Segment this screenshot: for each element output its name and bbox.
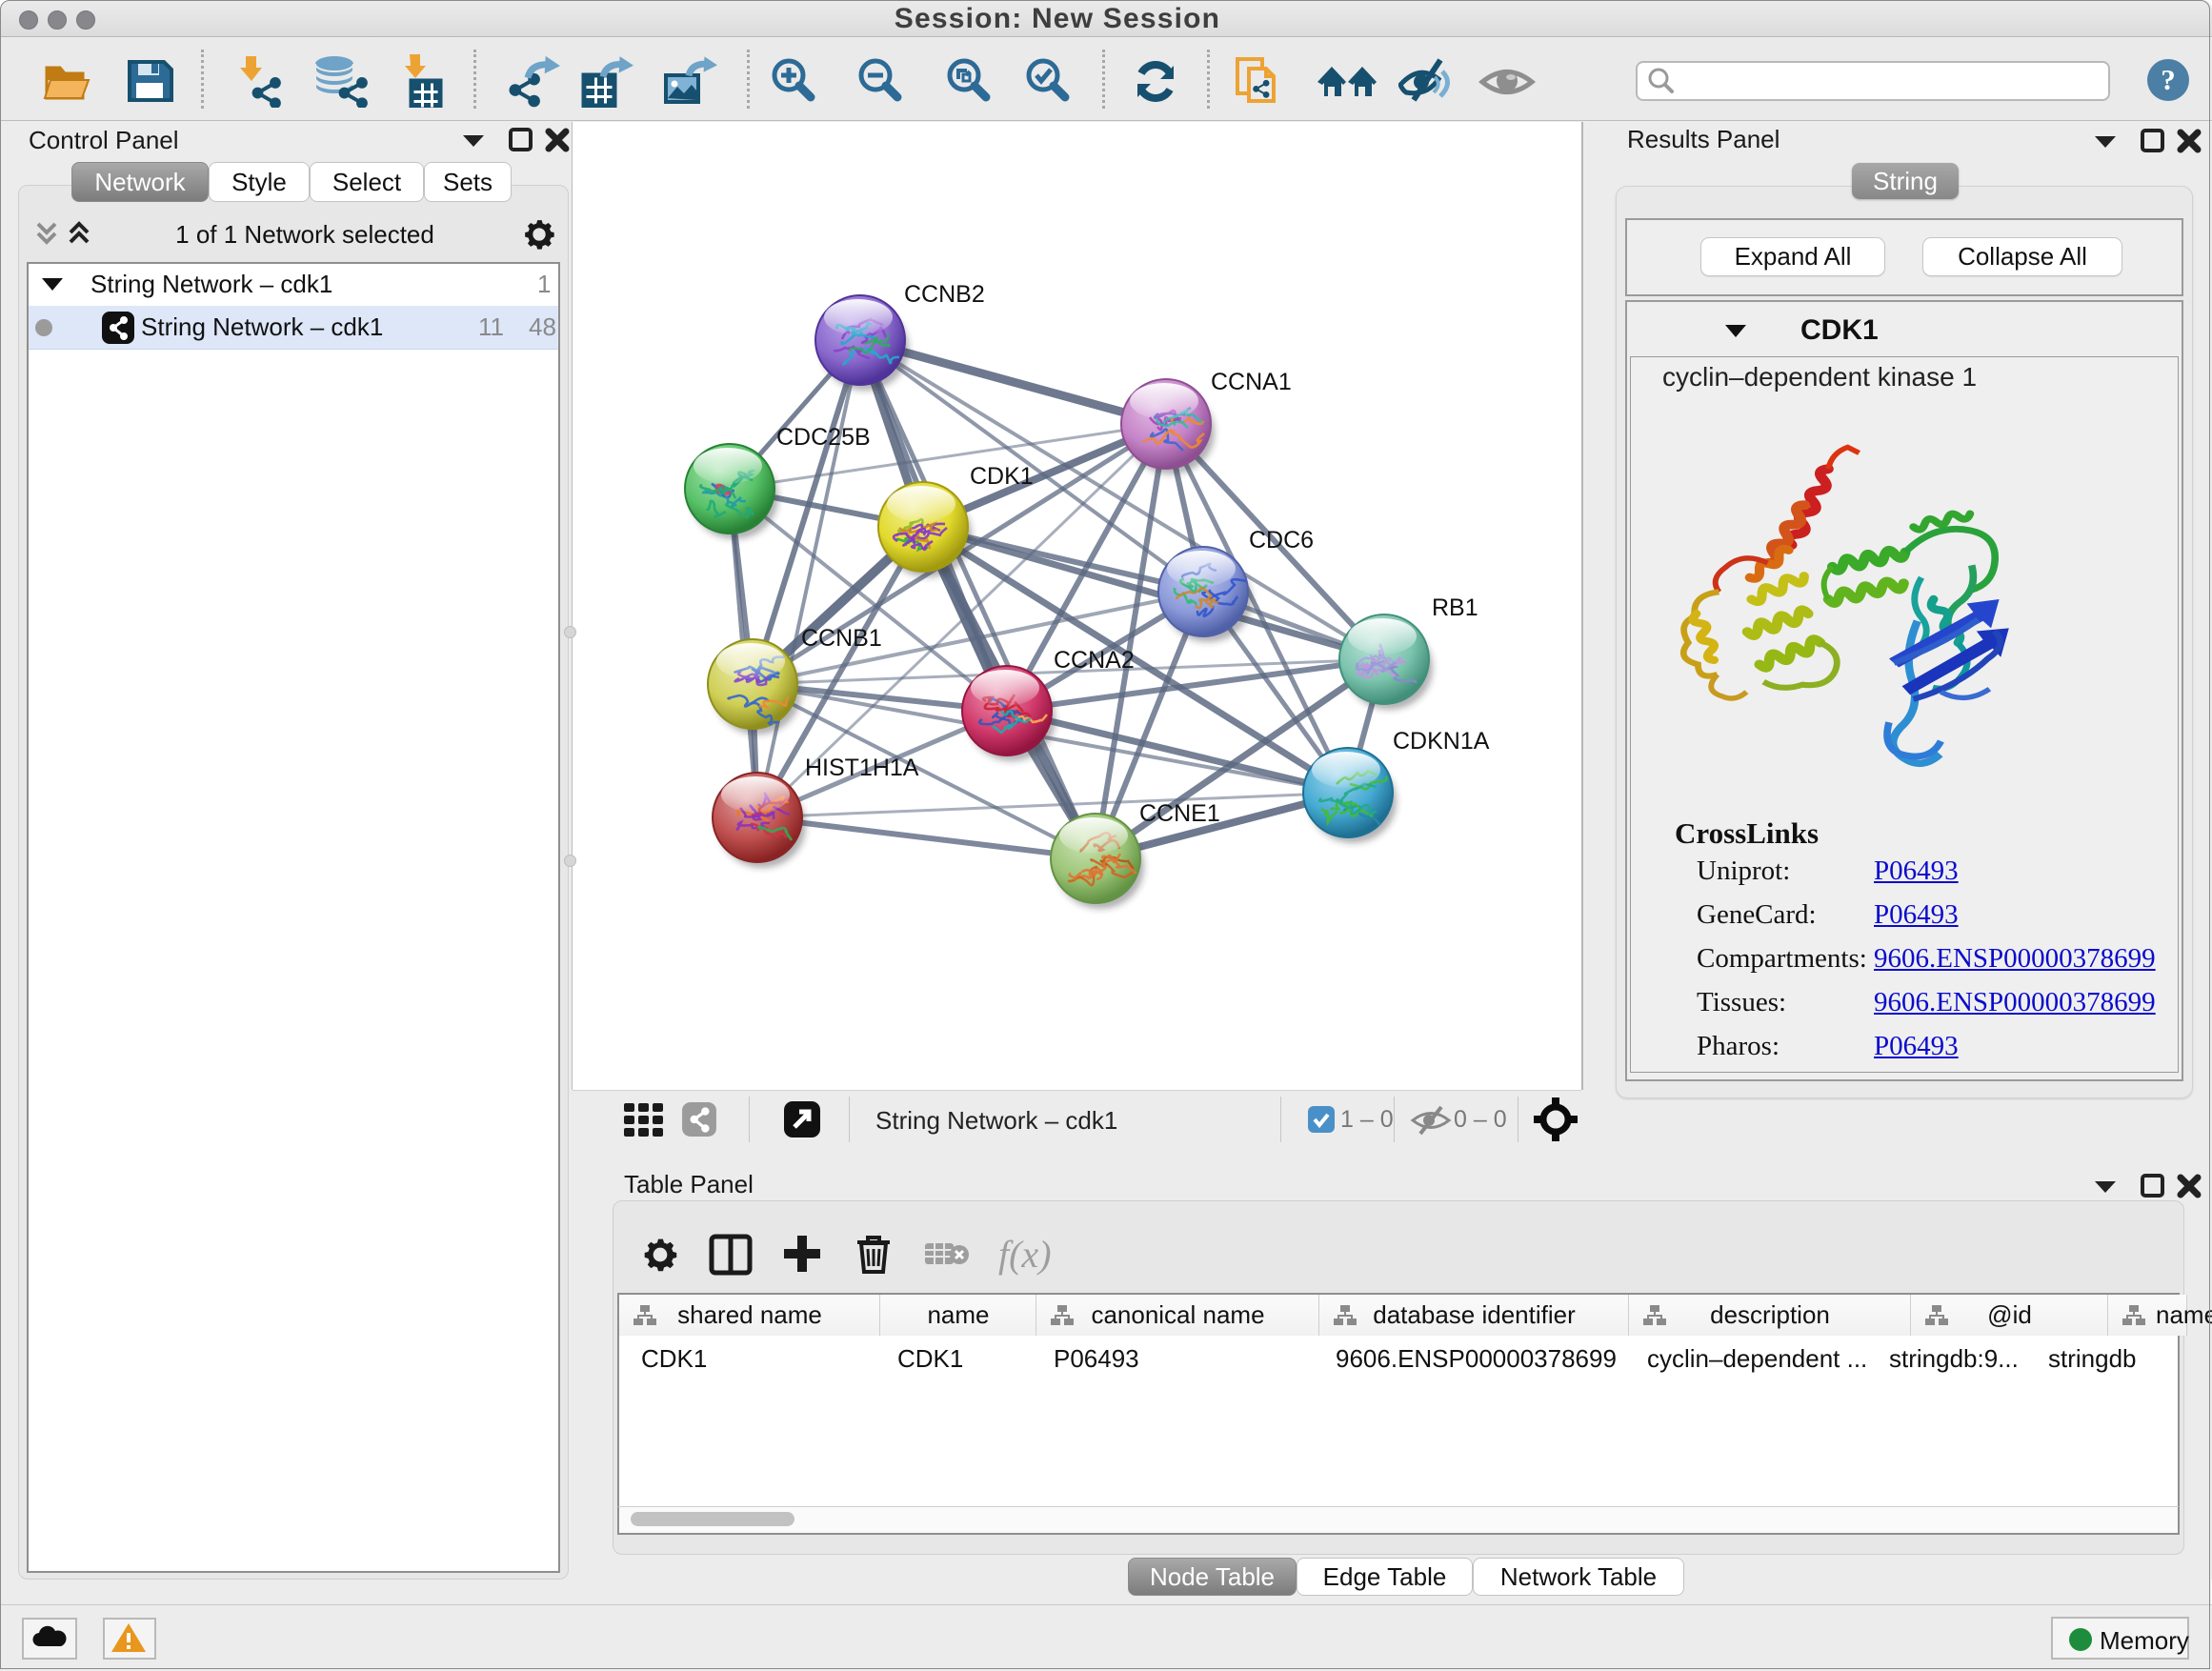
svg-text:CCNA1: CCNA1 — [1211, 369, 1292, 395]
svg-text:RB1: RB1 — [1432, 594, 1478, 621]
svg-text:CCNB1: CCNB1 — [801, 625, 882, 652]
svg-text:CDK1: CDK1 — [970, 463, 1034, 490]
svg-text:CCNA2: CCNA2 — [1054, 647, 1135, 674]
svg-text:CDC25B: CDC25B — [776, 424, 871, 451]
svg-text:CDC6: CDC6 — [1249, 527, 1314, 554]
svg-text:HIST1H1A: HIST1H1A — [805, 755, 919, 781]
svg-text:CCNB2: CCNB2 — [904, 281, 985, 308]
svg-text:CDKN1A: CDKN1A — [1393, 728, 1490, 755]
svg-text:CCNE1: CCNE1 — [1139, 800, 1220, 827]
